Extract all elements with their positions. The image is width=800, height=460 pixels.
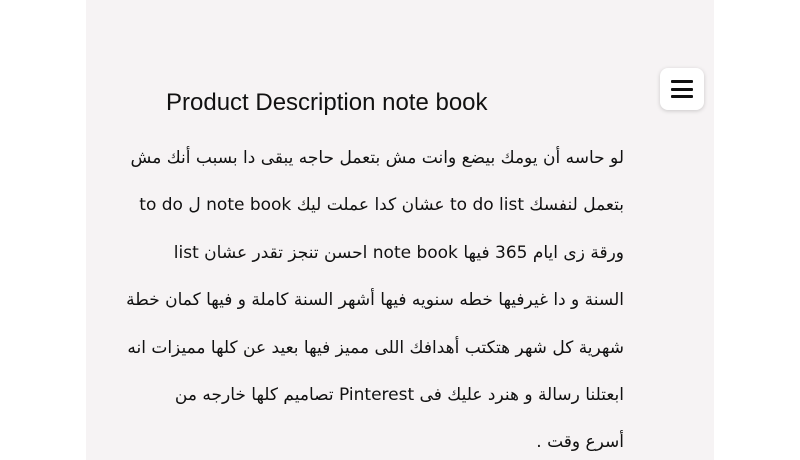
hamburger-menu-icon: [671, 80, 693, 98]
page-title: Product Description note book: [166, 89, 488, 116]
description-line: شهرية كل شهر هتكتب أهدافك اللى مميز فيها…: [127, 338, 624, 358]
description-line: أسرع وقت .: [536, 432, 624, 452]
description-line: السنة و دا غيرفيها خطه سنويه فيها أشهر ا…: [126, 290, 624, 310]
menu-button[interactable]: [660, 68, 704, 110]
viewport: Product Description note book لو حاسه أن…: [0, 0, 800, 460]
description-line: لو حاسه أن يومك بيضع وانت مش بتعمل حاجه …: [130, 148, 624, 168]
description-line: بتعمل لنفسك to do list عشان كدا عملت ليك…: [139, 195, 624, 215]
description-line: list احسن تنجز تقدر عشان note book ورقة …: [173, 243, 624, 263]
description-line: ابعتلنا رسالة و هنرد عليك فى Pinterest ت…: [174, 385, 624, 405]
